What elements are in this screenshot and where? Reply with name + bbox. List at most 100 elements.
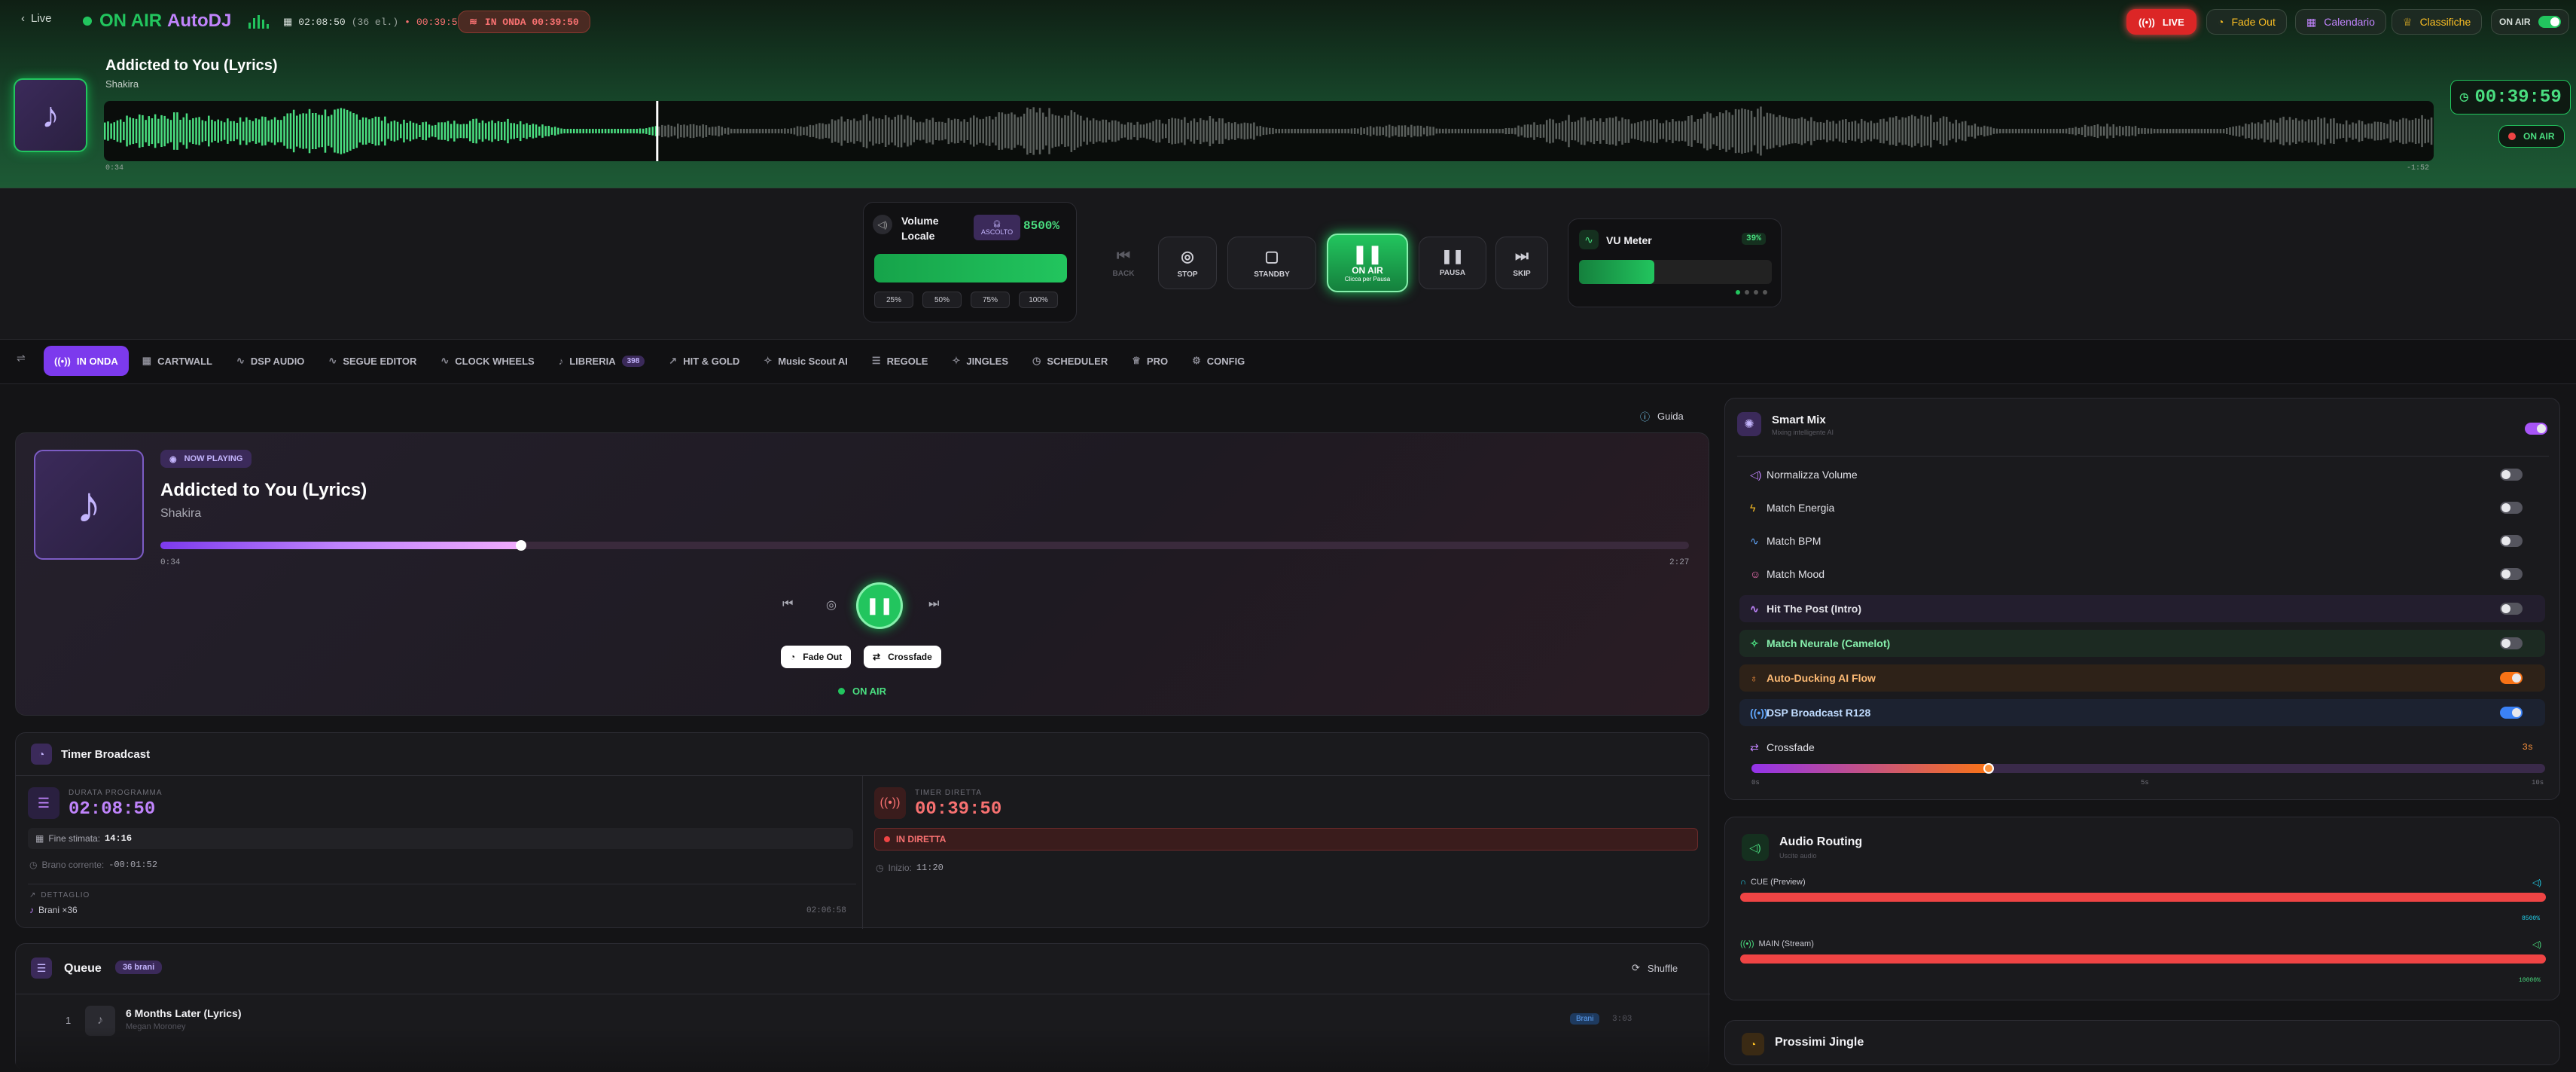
tab-jingles[interactable]: ✧ JINGLES <box>941 346 1019 376</box>
energy-toggle[interactable] <box>2500 502 2523 514</box>
preset-25-button[interactable]: 25% <box>874 292 913 308</box>
tab-regole[interactable]: ☰ REGOLE <box>861 346 939 376</box>
waveform-bar <box>761 129 764 133</box>
pause-button[interactable]: ❚❚ PAUSA <box>1419 237 1486 289</box>
waveform-bar <box>913 120 916 142</box>
detail-label: ↗ DETTAGLIO <box>29 891 90 899</box>
waveform-bar <box>2361 121 2364 142</box>
preset-75-button[interactable]: 75% <box>971 292 1010 308</box>
tab-pro[interactable]: ♕ PRO <box>1121 346 1178 376</box>
ascolto-button[interactable]: 🎧︎ ASCOLTO <box>974 215 1020 240</box>
waveform-bar <box>412 122 415 140</box>
stop-button[interactable]: ◎ STOP <box>1158 237 1217 289</box>
ducking-toggle[interactable] <box>2500 672 2523 684</box>
volume-slider[interactable] <box>874 254 1067 283</box>
waveform-bar <box>1952 123 1954 139</box>
back-transport-button[interactable]: ⏮︎ BACK <box>1101 237 1146 289</box>
tab-cartwall[interactable]: ▦ CARTWALL <box>132 346 223 376</box>
normalize-toggle[interactable] <box>2500 469 2523 481</box>
speaker-icon[interactable]: ◁) <box>873 215 892 234</box>
shuffle-button[interactable]: ⟳ Shuffle <box>1632 962 1678 974</box>
main-speaker-icon[interactable]: ◁) <box>2532 939 2541 949</box>
tab-dsp-audio[interactable]: ∿ DSP AUDIO <box>226 346 315 376</box>
waveform-bar <box>2285 120 2288 142</box>
tab-clock-wheels[interactable]: ∿ CLOCK WHEELS <box>430 346 544 376</box>
waveform-bar <box>1955 119 1958 142</box>
dsp-toggle[interactable] <box>2500 707 2523 719</box>
vu-title: VU Meter <box>1606 234 1652 246</box>
on-air-toggle[interactable]: ON AIR <box>2491 9 2569 35</box>
fade-out-button[interactable]: ◔ Fade Out <box>2206 9 2287 35</box>
preset-100-button[interactable]: 100% <box>1019 292 1058 308</box>
sliders-icon[interactable]: ⇌ <box>17 352 26 365</box>
skip-button[interactable]: ⏭︎ SKIP <box>1495 237 1548 289</box>
tab-in-onda[interactable]: ((•)) IN ONDA <box>44 346 129 376</box>
waveform-bar <box>236 123 239 139</box>
hit-post-toggle[interactable] <box>2500 603 2523 615</box>
waveform-bar <box>1328 129 1331 133</box>
waveform-bar <box>683 124 685 138</box>
waveform-bar <box>2056 129 2058 133</box>
tab-libreria[interactable]: ♪ LIBRERIA 398 <box>548 346 656 376</box>
waveform-bar <box>1693 121 1696 141</box>
crossfade-slider[interactable] <box>1751 763 2545 774</box>
waveform-bar <box>888 117 890 145</box>
cue-speaker-icon[interactable]: ◁) <box>2532 878 2541 887</box>
waveform-bar <box>465 124 468 139</box>
waveform-bar <box>1061 118 1063 145</box>
waveform-bar <box>1961 121 1964 141</box>
cue-volume-bar[interactable] <box>1740 893 2546 902</box>
waveform-bar <box>245 117 248 145</box>
waveform-bar <box>1712 118 1715 145</box>
waveform-bar <box>1533 122 1535 140</box>
neural-toggle[interactable] <box>2500 637 2523 649</box>
main-volume-bar[interactable] <box>1740 954 2546 964</box>
smart-mix-toggle[interactable] <box>2525 423 2547 435</box>
waveform-bar <box>2342 124 2345 138</box>
toggle-switch[interactable] <box>2538 16 2561 28</box>
waveform-bar <box>897 115 900 148</box>
bpm-toggle[interactable] <box>2500 535 2523 547</box>
deck-remaining: -1:52 <box>2407 164 2430 173</box>
waveform[interactable] <box>104 101 2434 161</box>
waveform-bar <box>2386 124 2389 139</box>
play-pause-button[interactable]: ❚❚ <box>856 582 903 629</box>
trophy-icon: ♕ <box>2403 15 2413 28</box>
waveform-bar <box>1334 129 1337 133</box>
previous-icon[interactable]: ⏮︎ <box>782 597 793 611</box>
stop-icon[interactable]: ◎ <box>826 597 837 612</box>
calendar-button[interactable]: ▦ Calendario <box>2295 9 2386 35</box>
preset-50-button[interactable]: 50% <box>922 292 962 308</box>
waveform-bar <box>227 118 229 144</box>
np-fade-out-button[interactable]: ◔ Fade Out <box>781 646 852 668</box>
on-air-pause-button[interactable]: ❚❚ ON AIR Clicca per Pausa <box>1327 234 1408 292</box>
waveform-bar <box>1145 123 1148 139</box>
waveform-bar <box>1080 115 1082 147</box>
waveform-bar <box>2034 129 2036 133</box>
waveform-bar <box>1410 124 1413 138</box>
tab-segue-editor[interactable]: ∿ SEGUE EDITOR <box>318 346 427 376</box>
next-icon[interactable]: ⏭︎ <box>928 597 939 611</box>
standby-button[interactable]: ▢ STANDBY <box>1227 237 1316 289</box>
mood-toggle[interactable] <box>2500 568 2523 580</box>
waveform-bar <box>2373 121 2376 141</box>
back-button[interactable]: ‹ Live <box>21 12 52 25</box>
waveform-bar <box>2349 124 2351 138</box>
waveform-bar <box>1357 128 1359 134</box>
tab-scheduler[interactable]: ◷ SCHEDULER <box>1022 346 1118 376</box>
waveform-bar <box>1373 127 1375 135</box>
waveform-bar <box>1029 109 1032 153</box>
waveform-bar <box>1773 114 1775 148</box>
np-crossfade-button[interactable]: ⇄ Crossfade <box>864 646 941 668</box>
charts-button[interactable]: ♕ Classifiche <box>2392 9 2483 35</box>
tab-config[interactable]: ⚙ CONFIG <box>1181 346 1255 376</box>
waveform-bar <box>1898 119 1901 143</box>
main-value: 10000% <box>2519 977 2541 984</box>
waveform-bar <box>2358 120 2361 142</box>
stop-circle-icon: ◎ <box>1181 249 1194 265</box>
tab-hit-gold[interactable]: ↗ HIT & GOLD <box>658 346 750 376</box>
live-button[interactable]: ((•)) LIVE <box>2126 9 2196 35</box>
now-playing-progress[interactable] <box>160 540 1689 551</box>
guide-button[interactable]: ⓘ Guida <box>1640 407 1684 425</box>
tab-music-scout-ai[interactable]: ✧ Music Scout AI <box>753 346 858 376</box>
